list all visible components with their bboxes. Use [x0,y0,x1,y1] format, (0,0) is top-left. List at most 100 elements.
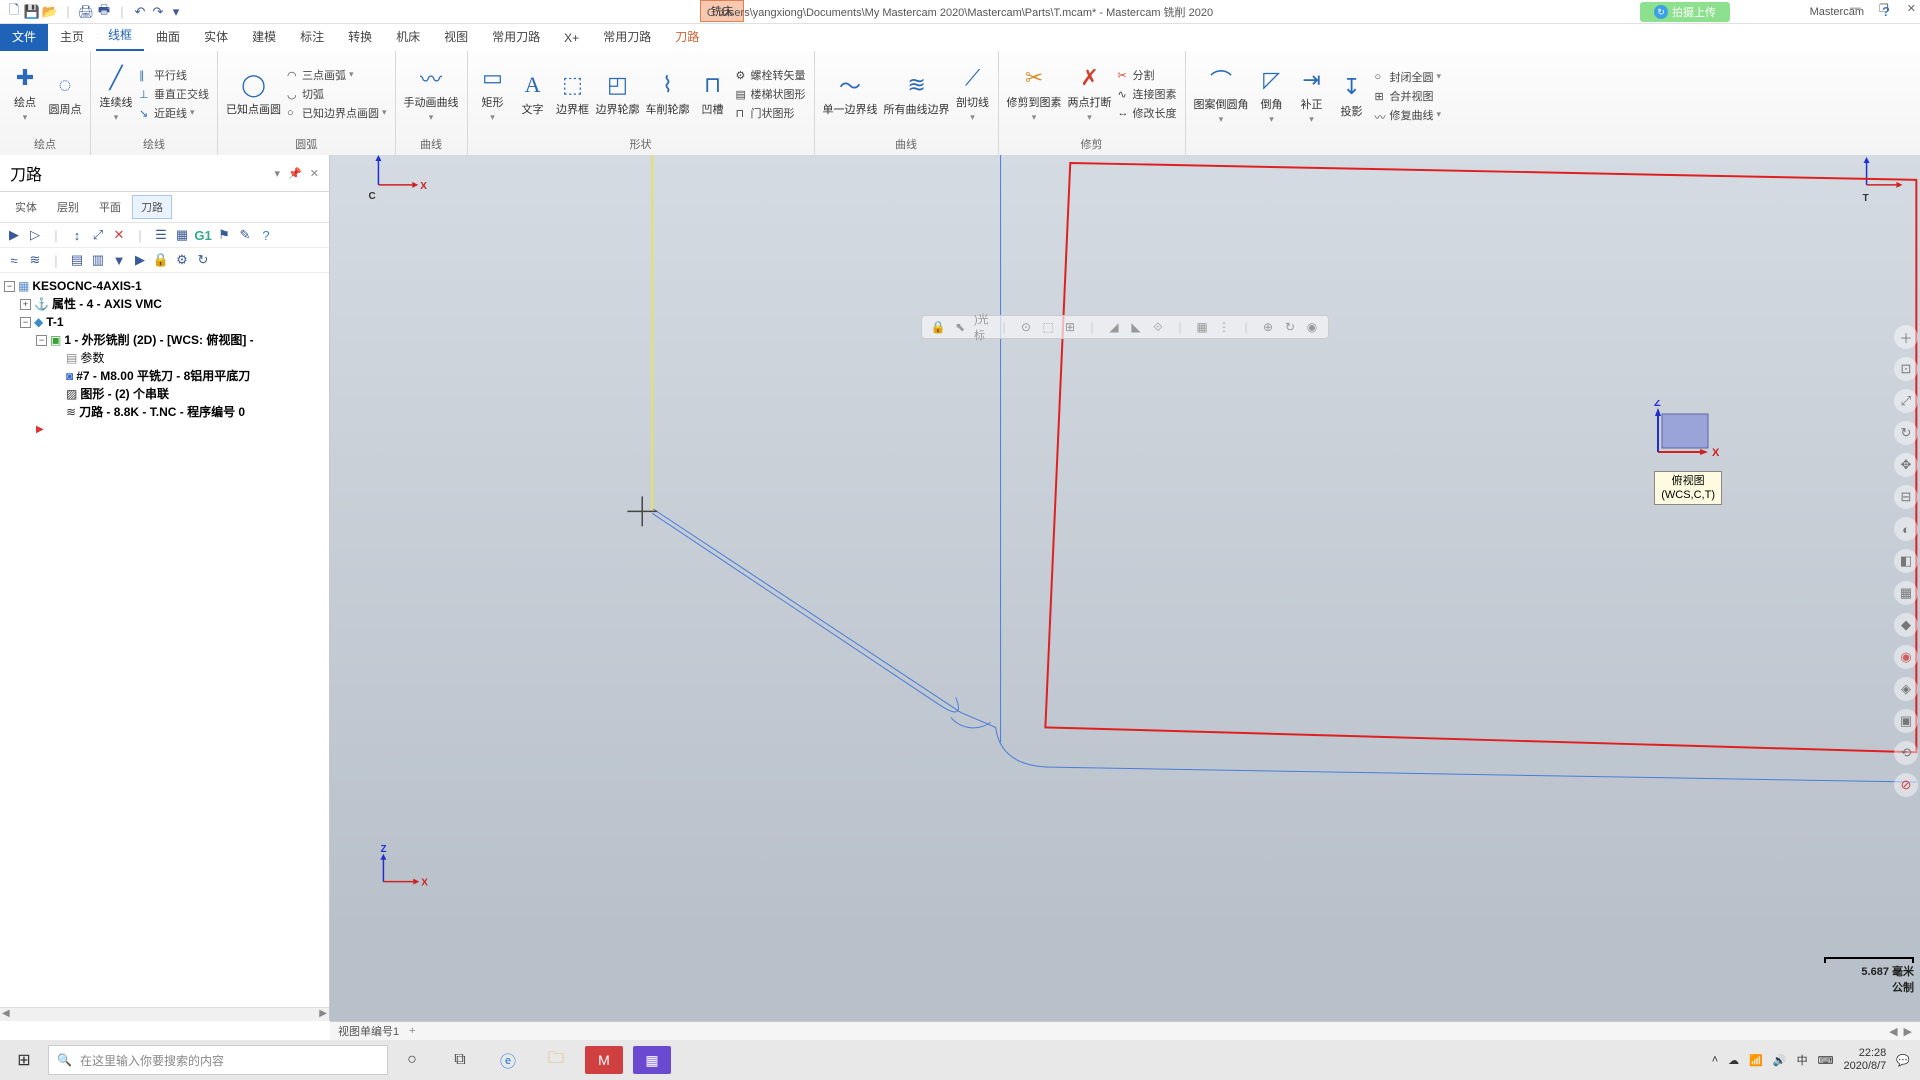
tab-machine[interactable]: 机床 [384,22,432,51]
edge-circle[interactable]: ○已知边界点画圆▾ [287,105,387,121]
lock-icon[interactable]: 🔒 [153,252,169,268]
repair-curve[interactable]: 〰修复曲线▾ [1375,107,1442,123]
wireframe-icon[interactable]: ▦ [1894,581,1918,605]
deselect-icon[interactable]: ▷ [27,227,43,243]
silhouette-button[interactable]: ◰边界轮廓 [596,71,640,117]
refresh-icon[interactable]: ↻ [195,252,211,268]
select-icon[interactable]: ▶ [6,227,22,243]
pan-icon[interactable]: ✥ [1894,453,1918,477]
upload-button[interactable]: ↻拍摄上传 [1640,2,1730,22]
toggle-icon[interactable]: ↕ [69,227,85,243]
tab-xplus[interactable]: X+ [552,25,591,51]
cursor-icon[interactable]: ⬉ [952,319,968,335]
tab-surface[interactable]: 曲面 [144,22,192,51]
zoomwin-icon[interactable]: ⊡ [1894,357,1918,381]
bolt-vector[interactable]: ⚙螺栓转矢量 [736,67,806,83]
add-view-icon[interactable]: + [409,1025,415,1037]
door[interactable]: ⊓门状图形 [736,105,806,121]
t3-icon[interactable]: ▤ [69,252,85,268]
tangent-arc[interactable]: ◡切弧 [287,86,387,102]
insert-arrow-icon[interactable]: ▶ [36,421,44,439]
tab-file[interactable]: 文件 [0,22,48,51]
app2-icon[interactable]: ▦ [628,1040,676,1080]
list-icon[interactable]: ☰ [153,227,169,243]
boltcircle-button[interactable]: ◌圆周点 [48,71,82,117]
volume-icon[interactable]: 🔊 [1773,1054,1787,1067]
zoomin-icon[interactable]: ＋ [1894,325,1918,349]
rect-button[interactable]: ▭矩形▾ [476,64,510,123]
prev-icon[interactable]: ⟲ [1894,741,1918,765]
mastercam-app-icon[interactable]: M [580,1040,628,1080]
new-icon[interactable]: 🗋 [6,4,22,20]
taskview-icon[interactable]: ⧉ [436,1040,484,1080]
g-icon[interactable]: G1 [195,227,211,243]
offset-button[interactable]: ⇥补正▾ [1295,66,1329,125]
point-button[interactable]: ✚绘点▾ [8,64,42,123]
panel-hscroll[interactable]: ◀▶ [0,1007,329,1021]
tray-up-icon[interactable]: ˄ [1712,1054,1718,1066]
onedrive-icon[interactable]: ☁ [1728,1054,1739,1067]
view-gnomon[interactable]: X Z [1630,400,1720,475]
operations-tree[interactable]: −▦ KESOCNC-4AXIS-1 +⚓ 属性 - 4 - AXIS VMC … [0,273,329,443]
tab-transform[interactable]: 转换 [336,22,384,51]
maximize-button[interactable]: ❐ [1879,2,1889,15]
relief-button[interactable]: ⊓凹槽 [696,71,730,117]
pin-icon[interactable]: 📌 [288,167,302,180]
printpv-icon[interactable]: 🖶 [96,4,112,20]
expand-icon[interactable]: ⤢ [90,227,106,243]
cortana-icon[interactable]: ○ [388,1040,436,1080]
shade-icon[interactable]: ◧ [1894,549,1918,573]
lock2-icon[interactable]: 🔒 [930,319,946,335]
down-icon[interactable]: ▼ [111,252,127,268]
grid-icon[interactable]: ▦ [174,227,190,243]
circle-button[interactable]: ◯已知点画圆 [226,71,281,117]
dropdown-icon[interactable]: ▾ [275,167,281,180]
close-button[interactable]: ✕ [1907,2,1916,15]
arc3pt[interactable]: ◠三点画弧▾ [287,67,387,83]
all-edges[interactable]: ≋所有曲线边界 [884,71,950,117]
start-button[interactable]: ⊞ [0,1040,48,1080]
line-button[interactable]: ╱连续线▾ [99,64,133,123]
tab-home[interactable]: 主页 [48,22,96,51]
edge-icon[interactable]: ⓔ [484,1040,532,1080]
t1-icon[interactable]: ≈ [6,252,22,268]
close-circle[interactable]: ○封闭全圆▾ [1375,69,1442,85]
break2pt-button[interactable]: ✗两点打断▾ [1068,64,1112,123]
tab-planes[interactable]: 平面 [90,195,130,219]
print-icon[interactable]: 🖨 [78,4,94,20]
redo-icon[interactable]: ↷ [150,4,166,20]
view-number[interactable]: 视图单编号1 [338,1023,399,1039]
right-icon[interactable]: ▶ [132,252,148,268]
tab-toolpaths-side[interactable]: 刀路 [132,195,172,219]
fillet-button[interactable]: ⌒图案倒圆角▾ [1194,66,1249,125]
t2-icon[interactable]: ≋ [27,252,43,268]
taskbar-search[interactable]: 🔍 在这里输入你要搜索的内容 [48,1045,388,1075]
tab-wireframe[interactable]: 线框 [96,20,144,51]
flag-icon[interactable]: ⚑ [216,227,232,243]
tab-toolpaths2[interactable]: 常用刀路 [591,22,663,51]
perp-line[interactable]: ⊥垂直正交线 [139,86,209,102]
rotate-icon[interactable]: ↻ [1894,421,1918,445]
material-icon[interactable]: ◆ [1894,613,1918,637]
tab-model[interactable]: 建模 [240,22,288,51]
network-icon[interactable]: 📶 [1749,1054,1763,1067]
selection-contextbar[interactable]: 🔒⬉ )光标 | ⊙⬚⊞| ◢◣⟐| ▦⋮| ⊕↻◉ [921,315,1329,339]
join[interactable]: ∿连接图素 [1118,86,1177,102]
modify-len[interactable]: ↔修改长度 [1118,105,1177,121]
ghost-icon[interactable]: ◐ [1894,517,1918,541]
tab-view[interactable]: 视图 [432,22,480,51]
section-icon[interactable]: ⊟ [1894,485,1918,509]
project-button[interactable]: ↧投影 [1335,73,1369,119]
help2-icon[interactable]: ? [258,227,274,243]
open-icon[interactable]: 📂 [42,4,58,20]
merge-view[interactable]: ⊞合并视图 [1375,88,1442,104]
fit-icon[interactable]: ⤢ [1894,389,1918,413]
single-edge[interactable]: 〜单一边界线 [823,71,878,117]
chamfer-button[interactable]: ◸倒角▾ [1255,66,1289,125]
close-panel-icon[interactable]: ✕ [310,167,319,180]
parallel-line[interactable]: ∥平行线 [139,67,209,83]
keyboard-icon[interactable]: ⌨ [1818,1054,1834,1067]
save-icon[interactable]: 💾 [24,4,40,20]
tab-toolpath-context[interactable]: 刀路 [663,22,711,51]
tab-solid[interactable]: 实体 [192,22,240,51]
